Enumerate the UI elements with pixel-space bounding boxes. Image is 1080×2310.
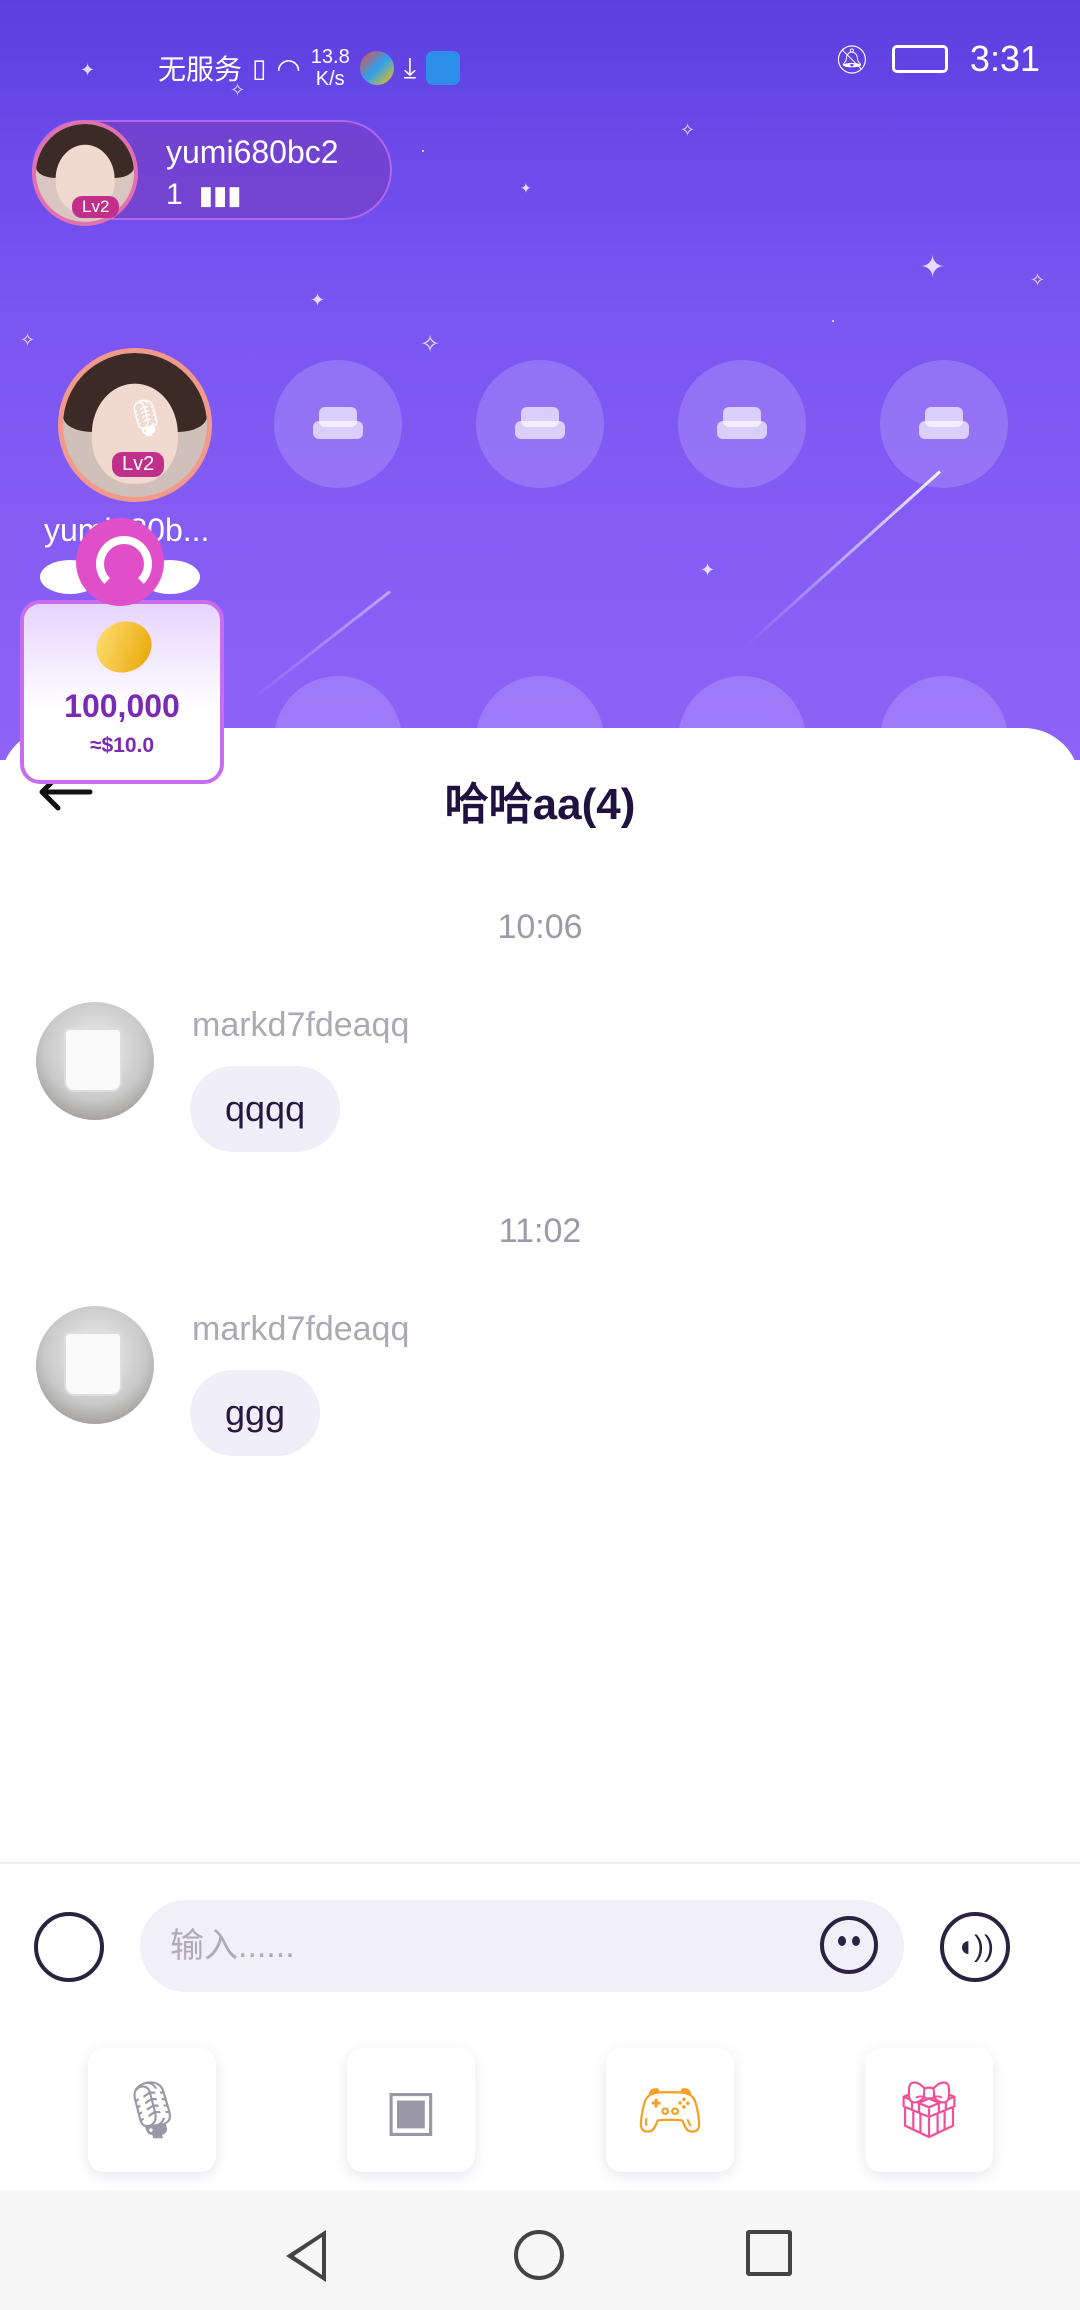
sofa-icon <box>515 407 565 441</box>
reward-amount: 100,000 <box>64 688 180 724</box>
bean-coin-icon <box>88 612 160 682</box>
nav-home-icon[interactable] <box>514 2230 564 2280</box>
sender-name: markd7fdeaqq <box>192 1310 410 1348</box>
room-host-card[interactable]: Lv2 yumi680bc2 1 ▮▮▮ <box>32 120 392 226</box>
download-icon: ⤓ <box>403 51 417 83</box>
clock: 3:31 <box>969 38 1040 79</box>
audio-bars-icon: ▮▮▮ <box>198 179 242 210</box>
divider <box>0 1862 1080 1864</box>
coin-reward-widget[interactable]: 100,000 ≈$10.0 <box>20 600 224 784</box>
reward-usd-value: ≈$10.0 <box>89 734 155 757</box>
carrier-text: 无服务 <box>158 54 243 85</box>
sender-avatar[interactable] <box>36 1002 154 1120</box>
mic-seat-host-avatar[interactable]: 🎙︎ <box>58 348 212 502</box>
sim-alert-icon: ▯ <box>252 52 267 83</box>
message-timestamp: 11:02 <box>498 1212 582 1250</box>
sofa-icon <box>313 407 363 441</box>
system-navigation-bar <box>0 2190 1080 2310</box>
nav-back-icon[interactable] <box>286 2230 326 2282</box>
voice-message-icon[interactable]: ◖)) <box>940 1912 1010 1982</box>
gift-icon: 🎁︎ <box>893 2078 965 2141</box>
gamepad-icon: 🎮︎ <box>634 2078 706 2141</box>
sender-avatar[interactable] <box>36 1306 154 1424</box>
bell-muted-icon: 🔕︎ <box>834 43 870 75</box>
image-picker-icon[interactable] <box>34 1912 104 1982</box>
message-timestamp: 10:06 <box>497 908 583 946</box>
battery-icon <box>891 45 948 73</box>
photo-frame-icon: ▣ <box>384 2078 438 2141</box>
online-count: 1 ▮▮▮ <box>166 178 242 211</box>
seat-level-badge: Lv2 <box>112 452 165 477</box>
game-tool-button[interactable]: 🎮︎ <box>606 2048 734 2172</box>
status-bar: 无服务 ▯ ◠ 13.8 K/s ⤓ 🔕︎ 3:31 <box>0 28 1080 98</box>
browser-app-icon <box>359 51 394 85</box>
host-name: yumi680bc2 <box>166 134 339 170</box>
app-screen: ✦ ✧ · ✦ ✧ ✦ ✧ ✦ ✧ · ✧ ✦ 无服务 ▯ ◠ 13.8 K/s… <box>0 0 1080 2310</box>
message-input[interactable] <box>170 1900 790 1992</box>
empty-seat[interactable] <box>880 360 1008 488</box>
empty-seat[interactable] <box>274 360 402 488</box>
microphone-icon: 🎙︎ <box>123 397 169 438</box>
mascot-icon[interactable] <box>76 518 164 606</box>
sofa-icon <box>717 407 767 441</box>
empty-seat[interactable] <box>678 360 806 488</box>
app-notification-icon <box>426 51 461 85</box>
shooting-star <box>745 470 942 647</box>
empty-seat[interactable] <box>476 360 604 488</box>
photo-tool-button[interactable]: ▣ <box>347 2048 475 2172</box>
message-bubble[interactable]: ggg <box>190 1370 321 1456</box>
host-level-badge: Lv2 <box>72 196 120 218</box>
mic-sound-icon: 🎙︎ <box>116 2078 188 2141</box>
voice-tool-button[interactable]: 🎙︎ <box>88 2048 216 2172</box>
gift-tool-button[interactable]: 🎁︎ <box>865 2048 993 2172</box>
message-bubble[interactable]: qqqq <box>190 1066 341 1152</box>
sender-name: markd7fdeaqq <box>192 1006 410 1044</box>
network-speed: 13.8 K/s <box>310 46 350 90</box>
message-input-box[interactable] <box>140 1900 904 1992</box>
wifi-icon: ◠ <box>276 52 301 84</box>
sofa-icon <box>919 407 969 441</box>
nav-recents-icon[interactable] <box>746 2230 792 2276</box>
emoji-icon[interactable] <box>820 1916 878 1974</box>
